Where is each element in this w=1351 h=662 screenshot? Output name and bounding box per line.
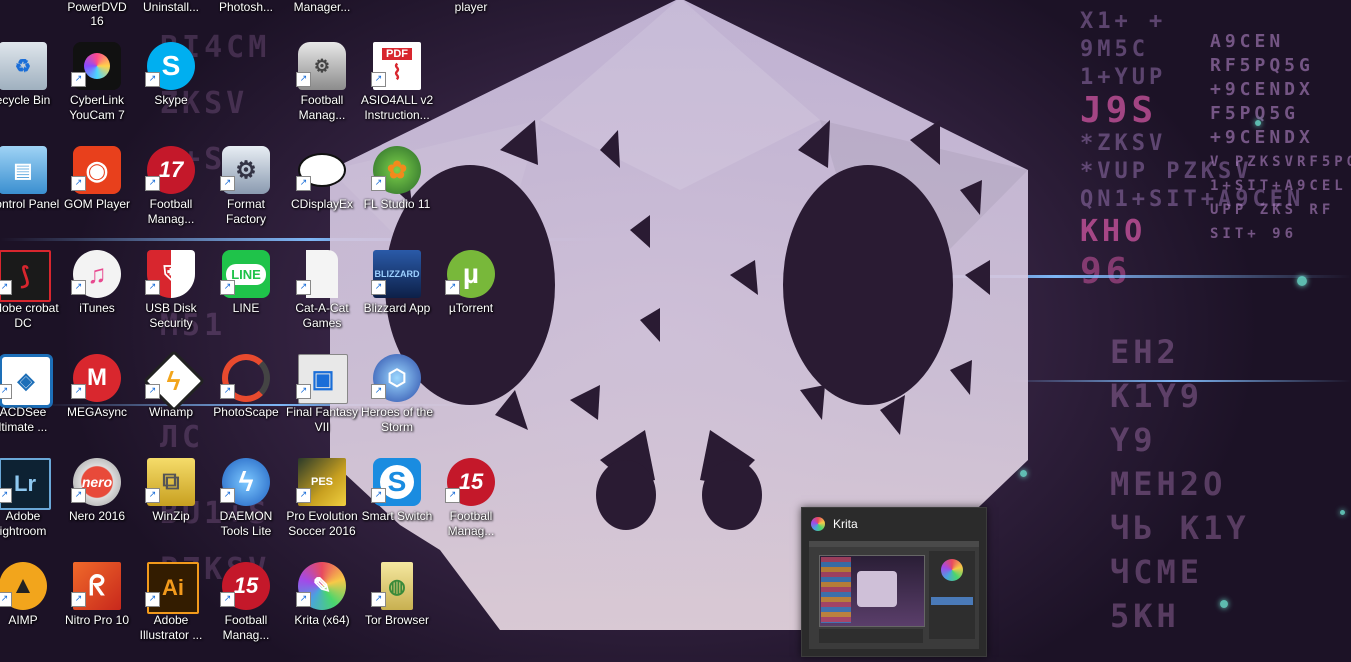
shortcut-arrow-icon: ↗ xyxy=(145,176,160,191)
sparkle xyxy=(1220,600,1228,608)
desktop-icon-utorrent[interactable]: µ ↗ µTorrent xyxy=(434,246,508,350)
desktop-icon-adobe-acrobat[interactable]: ⟆ ↗ Adobe crobat DC xyxy=(0,246,60,350)
desktop-icon-smart-switch[interactable]: S ↗ Smart Switch xyxy=(360,454,434,558)
shortcut-arrow-icon: ↗ xyxy=(220,176,235,191)
winamp-icon: ϟ xyxy=(142,349,206,413)
shortcut-arrow-icon: ↗ xyxy=(445,488,460,503)
shortcut-arrow-icon: ↗ xyxy=(145,72,160,87)
desktop-icon-aimp[interactable]: ▲ ↗ AIMP xyxy=(0,558,60,662)
preview-thumbnail[interactable] xyxy=(809,541,979,649)
taskbar-thumbnail-preview[interactable]: Krita xyxy=(801,507,987,657)
desktop-label-top[interactable]: player xyxy=(434,0,508,14)
desktop-icon-skype[interactable]: S ↗ Skype xyxy=(134,38,208,142)
desktop-icon-football-manager-tool[interactable]: ⚙ ↗ Football Manag... xyxy=(285,38,359,142)
shortcut-arrow-icon: ↗ xyxy=(296,488,311,503)
shortcut-arrow-icon: ↗ xyxy=(0,488,12,503)
desktop-icon-football-manager-15[interactable]: 15 ↗ Football Manag... xyxy=(434,454,508,558)
control-panel-icon: ▤ xyxy=(0,146,47,194)
shortcut-arrow-icon: ↗ xyxy=(71,280,86,295)
desktop-icon-lightroom[interactable]: Lr ↗ Adobe ightroom xyxy=(0,454,60,558)
desktop-label-top[interactable]: Photosh... xyxy=(209,0,283,14)
desktop-icon-winzip[interactable]: ⧉ ↗ WinZip xyxy=(134,454,208,558)
desktop-icon-heroes-of-the-storm[interactable]: ⬡ ↗ Heroes of the Storm xyxy=(360,350,434,454)
desktop-icon-acdsee[interactable]: ◈ ↗ ACDSee ltimate ... xyxy=(0,350,60,454)
desktop-icon-final-fantasy-vii[interactable]: ▣ ↗ Final Fantasy VII xyxy=(285,350,359,454)
shortcut-arrow-icon: ↗ xyxy=(445,280,460,295)
desktop-icon-control-panel[interactable]: ▤ Control Panel xyxy=(0,142,60,246)
desktop-icon-recycle-bin[interactable]: ♻ ecycle Bin xyxy=(0,38,60,142)
desktop-icon-usb-disk-security[interactable]: ⛨ ↗ USB Disk Security xyxy=(134,246,208,350)
shortcut-arrow-icon: ↗ xyxy=(220,280,235,295)
shortcut-arrow-icon: ↗ xyxy=(71,384,86,399)
desktop-icon-nitro-pro[interactable]: ᖇ ↗ Nitro Pro 10 xyxy=(60,558,134,662)
shortcut-arrow-icon: ↗ xyxy=(371,384,386,399)
desktop-icon-line[interactable]: LINE ↗ LINE xyxy=(209,246,283,350)
shortcut-arrow-icon: ↗ xyxy=(296,592,311,607)
desktop-icon-krita[interactable]: ✎ ↗ Krita (x64) xyxy=(285,558,359,662)
shortcut-arrow-icon: ↗ xyxy=(296,72,311,87)
desktop-icon-winamp[interactable]: ϟ ↗ Winamp xyxy=(134,349,208,454)
shortcut-arrow-icon: ↗ xyxy=(371,72,386,87)
shortcut-arrow-icon: ↗ xyxy=(371,488,386,503)
shortcut-arrow-icon: ↗ xyxy=(371,176,386,191)
desktop-label-top[interactable]: Manager... xyxy=(285,0,359,14)
shortcut-arrow-icon: ↗ xyxy=(71,176,86,191)
desktop-icon-itunes[interactable]: ♫ ↗ iTunes xyxy=(60,246,134,350)
desktop-icon-cyberlink-youcam[interactable]: ↗ CyberLink YouCam 7 xyxy=(60,38,134,142)
desktop-icon-football-manager-15b[interactable]: 15 ↗ Football Manag... xyxy=(209,558,283,662)
desktop-icon-cdisplayex[interactable]: ↗ CDisplayEx xyxy=(285,142,359,246)
shortcut-arrow-icon: ↗ xyxy=(71,72,86,87)
krita-icon xyxy=(811,517,825,531)
shortcut-arrow-icon: ↗ xyxy=(71,488,86,503)
shortcut-arrow-icon: ↗ xyxy=(0,592,12,607)
shortcut-arrow-icon: ↗ xyxy=(371,592,386,607)
desktop-icon-football-manager-17[interactable]: 17 ↗ Football Manag... xyxy=(134,142,208,246)
shortcut-arrow-icon: ↗ xyxy=(0,384,12,399)
shortcut-arrow-icon: ↗ xyxy=(145,488,160,503)
wallpaper-glyphs-lower-right: EH2 K1Y9 Y9 MEH2O ЧЬ K1Y ЧСМЕ 5KH xyxy=(1110,333,1250,635)
shortcut-arrow-icon: ↗ xyxy=(145,280,160,295)
desktop-icon-photoscape[interactable]: ↗ PhotoScape xyxy=(209,350,283,454)
recycle-bin-icon: ♻ xyxy=(0,42,47,90)
acdsee-icon: ◈ xyxy=(0,354,53,408)
desktop-icon-nero[interactable]: nero ↗ Nero 2016 xyxy=(60,454,134,558)
desktop-icon-fl-studio[interactable]: ✿ ↗ FL Studio 11 xyxy=(360,142,434,246)
desktop-icon-megasync[interactable]: M ↗ MEGAsync xyxy=(60,350,134,454)
desktop-icon-gom-player[interactable]: ◉ ↗ GOM Player xyxy=(60,142,134,246)
shortcut-arrow-icon: ↗ xyxy=(145,592,160,607)
desktop-label-top[interactable]: PowerDVD 16 xyxy=(60,0,134,28)
desktop-icon-asio4all-pdf[interactable]: PDF ⌇ ↗ ASIO4ALL v2 Instruction... xyxy=(360,38,434,142)
sparkle xyxy=(1255,120,1261,126)
wallpaper-glyphs-far-right: A9CEN RF5PQ5G +9CENDX F5PQ5G +9CENDX V P… xyxy=(1210,31,1351,242)
desktop-icon-adobe-illustrator[interactable]: Ai ↗ Adobe Illustrator ... xyxy=(134,558,208,662)
shortcut-arrow-icon: ↗ xyxy=(220,592,235,607)
shortcut-arrow-icon: ↗ xyxy=(296,384,311,399)
shortcut-arrow-icon: ↗ xyxy=(220,384,235,399)
desktop-label-top[interactable]: Uninstall... xyxy=(134,0,208,14)
shortcut-arrow-icon: ↗ xyxy=(296,176,311,191)
sparkle xyxy=(1297,276,1307,286)
desktop-icon-blizzard-app[interactable]: BLIZZARD ↗ Blizzard App xyxy=(360,246,434,350)
shortcut-arrow-icon: ↗ xyxy=(71,592,86,607)
desktop-icon-format-factory[interactable]: ⚙ ↗ Format Factory xyxy=(209,142,283,246)
desktop-icon-cat-a-cat-games[interactable]: ↗ Cat-A-Cat Games xyxy=(285,246,359,350)
desktop-icon-pes-2016[interactable]: PES ↗ Pro Evolution Soccer 2016 xyxy=(285,454,359,558)
shortcut-arrow-icon: ↗ xyxy=(296,280,311,295)
desktop-icon-daemon-tools[interactable]: ϟ ↗ DAEMON Tools Lite xyxy=(209,454,283,558)
shortcut-arrow-icon: ↗ xyxy=(220,488,235,503)
preview-title: Krita xyxy=(833,517,858,531)
shortcut-arrow-icon: ↗ xyxy=(371,280,386,295)
desktop-icon-tor-browser[interactable]: ◍ ↗ Tor Browser xyxy=(360,558,434,662)
sparkle xyxy=(1340,510,1345,515)
shortcut-arrow-icon: ↗ xyxy=(145,384,160,399)
shortcut-arrow-icon: ↗ xyxy=(0,280,12,295)
